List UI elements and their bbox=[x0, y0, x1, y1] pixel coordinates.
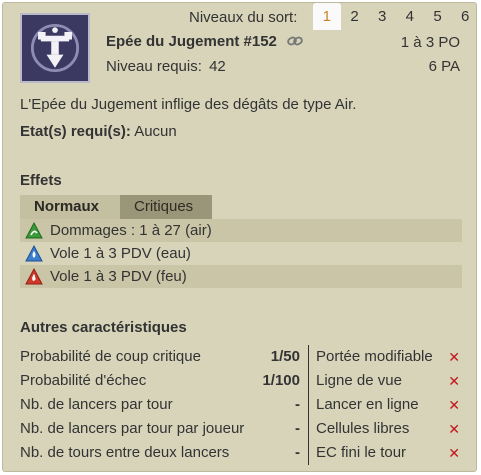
cross-icon: ✕ bbox=[448, 373, 460, 389]
char-row: Probabilité d'échec 1/100 bbox=[20, 369, 300, 393]
char-label: Nb. de tours entre deux lancers bbox=[20, 444, 230, 461]
effects-list: Dommages : 1 à 27 (air) Vole 1 à 3 PDV (… bbox=[20, 219, 462, 288]
range-value: 1 à 3 PO bbox=[400, 34, 460, 51]
level-tab-1[interactable]: 1 bbox=[313, 3, 341, 30]
water-element-icon bbox=[24, 244, 44, 264]
char-value: 1/100 bbox=[262, 372, 300, 389]
ap-cost-value: 6 PA bbox=[428, 58, 460, 75]
flag-label: EC fini le tour bbox=[316, 444, 407, 461]
spell-sword-icon bbox=[20, 13, 90, 83]
level-tab-3[interactable]: 3 bbox=[368, 3, 396, 30]
char-label: Nb. de lancers par tour bbox=[20, 396, 173, 413]
required-states-value: Aucun bbox=[134, 123, 177, 140]
required-states-label: Etat(s) requi(s): bbox=[20, 123, 131, 140]
flag-row: Portée modifiable ✕ bbox=[316, 345, 464, 369]
spell-description: L'Epée du Jugement inflige des dégâts de… bbox=[20, 96, 357, 113]
char-value: - bbox=[295, 444, 300, 461]
char-label: Probabilité de coup critique bbox=[20, 348, 201, 365]
flag-label: Ligne de vue bbox=[316, 372, 402, 389]
effects-title: Effets bbox=[20, 172, 62, 189]
char-label: Probabilité d'échec bbox=[20, 372, 147, 389]
tab-normal-effects[interactable]: Normaux bbox=[20, 195, 120, 219]
link-icon[interactable] bbox=[287, 34, 303, 51]
effect-text: Vole 1 à 3 PDV (eau) bbox=[50, 245, 191, 262]
char-value: 1/50 bbox=[270, 348, 300, 365]
flag-row: Cellules libres ✕ bbox=[316, 417, 464, 441]
column-divider bbox=[308, 345, 309, 465]
required-states: Etat(s) requi(s): Aucun bbox=[20, 123, 177, 140]
levels-label: Niveaux du sort: bbox=[189, 9, 298, 26]
required-level-value: 42 bbox=[209, 58, 226, 75]
level-tab-4[interactable]: 4 bbox=[396, 3, 424, 30]
char-value: - bbox=[295, 396, 300, 413]
char-row: Nb. de tours entre deux lancers - bbox=[20, 441, 300, 465]
flag-label: Portée modifiable bbox=[316, 348, 433, 365]
effect-row: Dommages : 1 à 27 (air) bbox=[20, 219, 462, 242]
flag-row: EC fini le tour ✕ bbox=[316, 441, 464, 465]
char-row: Nb. de lancers par tour par joueur - bbox=[20, 417, 300, 441]
level-tab-6[interactable]: 6 bbox=[451, 3, 479, 30]
char-value: - bbox=[295, 420, 300, 437]
spell-name: Epée du Jugement #152 bbox=[106, 33, 303, 51]
flag-row: Lancer en ligne ✕ bbox=[316, 393, 464, 417]
cross-icon: ✕ bbox=[448, 397, 460, 413]
level-tabs: 1 2 3 4 5 6 bbox=[313, 3, 479, 30]
effect-tabs: Normaux Critiques bbox=[20, 195, 212, 219]
effect-text: Vole 1 à 3 PDV (feu) bbox=[50, 268, 187, 285]
char-label: Nb. de lancers par tour par joueur bbox=[20, 420, 245, 437]
characteristics-right-table: Portée modifiable ✕ Ligne de vue ✕ Lancer … bbox=[316, 345, 464, 465]
fire-element-icon bbox=[24, 267, 44, 287]
other-characteristics-title: Autres caractéristiques bbox=[20, 319, 187, 336]
level-tab-5[interactable]: 5 bbox=[424, 3, 452, 30]
effect-row: Vole 1 à 3 PDV (eau) bbox=[20, 242, 462, 265]
level-tab-2[interactable]: 2 bbox=[341, 3, 369, 30]
spell-tooltip-panel: Niveaux du sort: 1 2 3 4 5 6 Epée du Jug… bbox=[2, 2, 477, 472]
cross-icon: ✕ bbox=[448, 349, 460, 365]
required-level: Niveau requis: 42 bbox=[106, 58, 226, 75]
char-row: Probabilité de coup critique 1/50 bbox=[20, 345, 300, 369]
char-row: Nb. de lancers par tour - bbox=[20, 393, 300, 417]
flag-row: Ligne de vue ✕ bbox=[316, 369, 464, 393]
flag-label: Cellules libres bbox=[316, 420, 410, 437]
cross-icon: ✕ bbox=[448, 445, 460, 461]
air-element-icon bbox=[24, 221, 44, 241]
effect-row: Vole 1 à 3 PDV (feu) bbox=[20, 265, 462, 288]
spell-name-text: Epée du Jugement #152 bbox=[106, 33, 277, 50]
tab-critical-effects[interactable]: Critiques bbox=[120, 195, 212, 219]
cross-icon: ✕ bbox=[448, 421, 460, 437]
characteristics-left-table: Probabilité de coup critique 1/50 Probabi… bbox=[20, 345, 300, 465]
flag-label: Lancer en ligne bbox=[316, 396, 419, 413]
required-level-label: Niveau requis: bbox=[106, 58, 202, 75]
effect-text: Dommages : 1 à 27 (air) bbox=[50, 222, 212, 239]
